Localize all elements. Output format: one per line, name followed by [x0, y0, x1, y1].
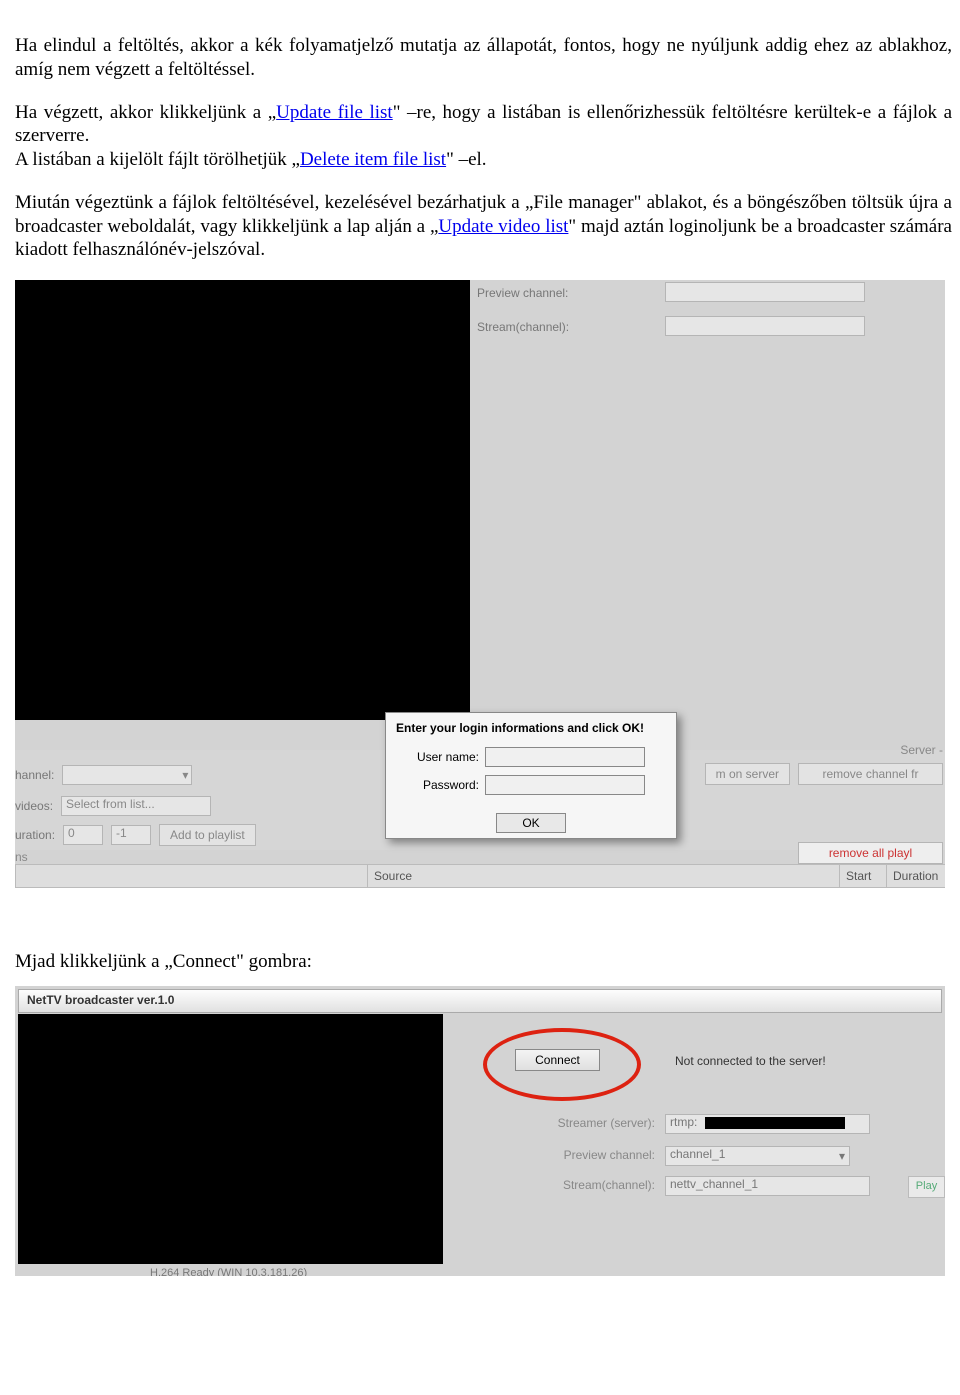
paragraph-1: Ha elindul a feltöltés, akkor a kék foly… — [15, 34, 952, 82]
link-delete-item-file-list[interactable]: Delete item file list — [300, 149, 446, 170]
label-preview-channel: Preview channel: — [477, 286, 568, 301]
input-preview-channel[interactable] — [665, 282, 865, 302]
login-modal-title: Enter your login informations and click … — [396, 721, 644, 736]
label-stream-channel: Stream(channel): — [485, 1178, 665, 1193]
label-server: Server - — [900, 743, 943, 758]
input-stream-channel[interactable] — [665, 316, 865, 336]
video-preview-area — [18, 1014, 443, 1264]
label-password: Password: — [394, 778, 485, 793]
input-duration-start[interactable]: 0 — [63, 825, 103, 845]
button-play[interactable]: Play — [908, 1176, 945, 1198]
link-update-file-list[interactable]: Update file list — [276, 102, 393, 123]
text: A listában a kijelölt fájlt törölhetjük … — [15, 149, 300, 170]
chevron-down-icon: ▾ — [839, 1149, 845, 1164]
login-modal: Enter your login informations and click … — [385, 712, 677, 839]
label-duration: uration: — [15, 828, 55, 843]
label-videos: videos: — [15, 799, 53, 814]
caption-connect: Mjad klikkeljünk a „Connect" gombra: — [15, 950, 952, 974]
button-remove-all-playlist[interactable]: remove all playl — [798, 842, 943, 864]
status-h264-ready: H.264 Ready (WIN 10,3,181,26) — [150, 1267, 307, 1276]
label-ns: ns — [15, 850, 28, 865]
select-videos[interactable]: Select from list... — [61, 796, 211, 816]
label-username: User name: — [394, 750, 485, 765]
chevron-down-icon: ▾ — [182, 768, 188, 783]
input-duration-end[interactable]: -1 — [111, 825, 151, 845]
label-streamer-server: Streamer (server): — [485, 1116, 665, 1131]
table-header-duration: Duration — [886, 864, 945, 888]
table-header-source: Source — [367, 864, 851, 888]
table-row-header-blank — [15, 864, 379, 888]
label-stream-channel: Stream(channel): — [477, 320, 569, 335]
select-preview-channel[interactable]: channel_1 ▾ — [665, 1146, 850, 1166]
select-channel[interactable]: ▾ — [62, 765, 192, 785]
paragraph-3: Miután végeztünk a fájlok feltöltésével,… — [15, 191, 952, 262]
button-ok[interactable]: OK — [496, 813, 566, 833]
label-preview-channel: Preview channel: — [485, 1148, 665, 1163]
video-preview-area — [15, 280, 470, 720]
button-add-to-playlist[interactable]: Add to playlist — [159, 824, 256, 846]
window-title: NetTV broadcaster ver.1.0 — [18, 989, 942, 1013]
screenshot-connect: NetTV broadcaster ver.1.0 H.264 Ready (W… — [15, 986, 945, 1276]
button-on-server[interactable]: m on server — [705, 763, 790, 785]
input-username[interactable] — [485, 747, 645, 767]
label-channel: hannel: — [15, 768, 54, 783]
value: channel_1 — [670, 1147, 725, 1161]
status-connection: Not connected to the server! — [675, 1054, 826, 1069]
screenshot-login: Preview channel: Stream(channel): H.264 … — [15, 280, 945, 920]
text: " –el. — [446, 149, 486, 170]
link-update-video-list[interactable]: Update video list — [438, 216, 568, 237]
input-password[interactable] — [485, 775, 645, 795]
paragraph-2: Ha végzett, akkor klikkeljünk a „Update … — [15, 101, 952, 172]
text: Ha végzett, akkor klikkeljünk a „ — [15, 102, 276, 123]
button-connect[interactable]: Connect — [515, 1049, 600, 1071]
button-remove-channel[interactable]: remove channel fr — [798, 763, 943, 785]
redaction-bar — [705, 1117, 845, 1129]
input-stream-channel[interactable]: nettv_channel_1 — [665, 1176, 870, 1196]
